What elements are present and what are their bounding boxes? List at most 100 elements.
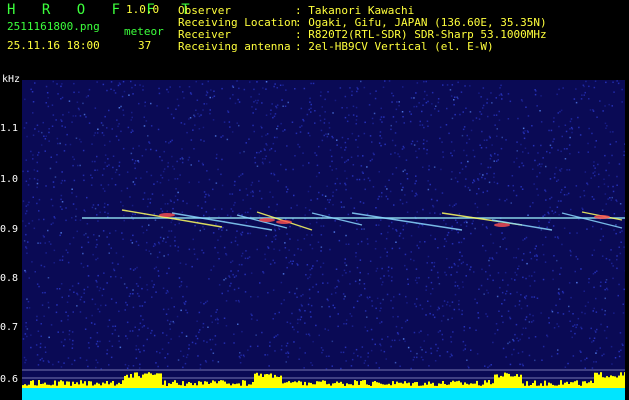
- level-peak: [470, 383, 472, 388]
- level-peak: [66, 381, 68, 388]
- level-peak: [162, 384, 164, 388]
- level-peak: [380, 383, 382, 388]
- level-peak: [150, 373, 152, 388]
- level-peak: [598, 374, 600, 388]
- level-peak: [314, 384, 316, 388]
- level-peak: [384, 384, 386, 388]
- level-peak: [340, 381, 342, 388]
- meteor-head: [159, 213, 175, 217]
- info-value-antenna: : 2el-HB9CV Vertical (el. E-W): [295, 40, 494, 53]
- level-peak: [210, 382, 212, 388]
- level-peak: [606, 376, 608, 388]
- level-peak: [118, 382, 120, 388]
- level-peak: [90, 381, 92, 388]
- level-peak: [268, 374, 270, 388]
- level-peak: [544, 380, 546, 388]
- level-peak: [604, 377, 606, 388]
- level-peak: [456, 381, 458, 388]
- level-peak: [428, 381, 430, 388]
- level-peak: [86, 385, 88, 388]
- spectrogram: [22, 80, 625, 400]
- level-peak: [96, 382, 98, 388]
- level-peak: [496, 374, 498, 388]
- level-peak: [298, 380, 300, 388]
- level-peak: [254, 373, 256, 388]
- level-peak: [74, 384, 76, 388]
- level-peak: [522, 383, 524, 388]
- level-peak: [134, 372, 136, 388]
- level-peak: [192, 385, 194, 388]
- level-peak: [368, 385, 370, 388]
- level-peak: [242, 380, 244, 388]
- y-tick-label: 0.6: [0, 374, 19, 385]
- y-tick-label: 0.7: [0, 322, 19, 333]
- level-peak: [112, 381, 114, 388]
- level-peak: [68, 381, 70, 388]
- level-peak: [204, 381, 206, 388]
- level-peak: [230, 385, 232, 388]
- level-peak: [184, 385, 186, 388]
- level-peak: [200, 381, 202, 388]
- level-peak: [556, 385, 558, 388]
- level-peak: [566, 381, 568, 388]
- counter-value: 37: [138, 39, 152, 52]
- level-peak: [100, 385, 102, 388]
- level-peak: [452, 380, 454, 388]
- app-logo: H R O F F T: [7, 2, 199, 18]
- level-peak: [44, 382, 46, 388]
- level-peak: [576, 380, 578, 388]
- level-peak: [488, 380, 490, 388]
- level-peak: [532, 383, 534, 388]
- level-peak: [120, 384, 122, 388]
- level-peak: [36, 385, 38, 388]
- level-peak: [34, 385, 36, 388]
- level-peak: [52, 384, 54, 388]
- level-peak: [130, 374, 132, 388]
- level-peak: [238, 383, 240, 388]
- level-peak: [438, 383, 440, 388]
- level-peak: [564, 382, 566, 388]
- level-peak: [110, 382, 112, 388]
- level-peak: [38, 380, 40, 388]
- level-peak: [590, 380, 592, 388]
- level-peak: [262, 377, 264, 388]
- level-peak: [534, 380, 536, 388]
- level-peak: [308, 382, 310, 388]
- level-peak: [344, 385, 346, 388]
- level-peak: [126, 374, 128, 388]
- level-peak: [386, 384, 388, 388]
- level-peak: [424, 382, 426, 388]
- level-peak: [236, 383, 238, 388]
- level-peak: [318, 381, 320, 388]
- y-tick-label: 0.8: [0, 273, 19, 284]
- level-peak: [348, 384, 350, 388]
- level-peak: [586, 383, 588, 388]
- level-peak: [260, 373, 262, 388]
- level-peak: [352, 385, 354, 388]
- level-peak: [408, 382, 410, 388]
- level-peak: [312, 384, 314, 388]
- level-peak: [156, 373, 158, 388]
- level-peak: [580, 385, 582, 388]
- level-peak: [140, 378, 142, 388]
- level-peak: [164, 380, 166, 388]
- level-peak: [390, 385, 392, 388]
- level-peak: [550, 383, 552, 388]
- level-peak: [160, 373, 162, 388]
- level-peak: [62, 381, 64, 388]
- level-peak: [252, 382, 254, 388]
- level-peak: [434, 385, 436, 388]
- level-peak: [444, 384, 446, 388]
- level-peak: [370, 385, 372, 388]
- level-peak: [60, 380, 62, 388]
- level-peak: [128, 377, 130, 388]
- level-peak: [220, 380, 222, 388]
- level-peak: [154, 374, 156, 388]
- level-peak: [244, 380, 246, 388]
- level-peak: [306, 385, 308, 388]
- level-peak: [392, 381, 394, 388]
- meteor-echo: [311, 212, 363, 226]
- level-peak: [484, 380, 486, 388]
- level-peak: [108, 384, 110, 388]
- level-peak: [218, 381, 220, 388]
